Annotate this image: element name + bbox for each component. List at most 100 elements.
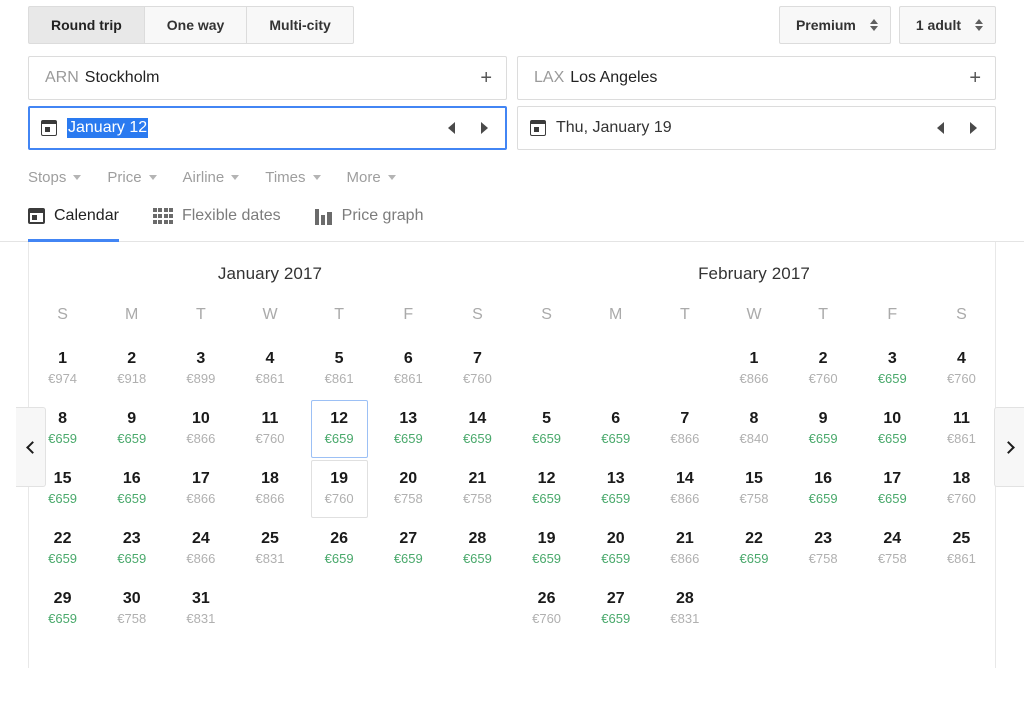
previous-months-button[interactable] xyxy=(16,407,46,487)
day-cell[interactable]: 9 €659 xyxy=(103,400,160,458)
day-cell[interactable]: 26 €760 xyxy=(518,580,575,638)
day-cell[interactable]: 17 €659 xyxy=(864,460,921,518)
return-prev-day-icon[interactable] xyxy=(937,122,944,134)
day-cell[interactable]: 6 €861 xyxy=(380,340,437,398)
day-number: 4 xyxy=(265,350,275,368)
filter-stops[interactable]: Stops xyxy=(28,169,82,186)
filter-price[interactable]: Price xyxy=(107,169,157,186)
day-cell[interactable]: 9 €659 xyxy=(795,400,852,458)
day-cell[interactable]: 2 €760 xyxy=(795,340,852,398)
day-number: 12 xyxy=(537,470,556,488)
day-cell[interactable]: 30 €758 xyxy=(103,580,160,638)
day-cell[interactable]: 3 €899 xyxy=(172,340,229,398)
day-cell[interactable]: 2 €918 xyxy=(103,340,160,398)
day-cell[interactable]: 22 €659 xyxy=(34,520,91,578)
day-cell[interactable]: 4 €760 xyxy=(933,340,990,398)
week-row: 5 €659 6 €659 7 €866 8 €840 9 €659 10 €659 11 €861 xyxy=(512,400,996,458)
day-cell[interactable]: 7 €866 xyxy=(656,400,713,458)
day-cell[interactable]: 10 €866 xyxy=(172,400,229,458)
day-cell[interactable]: 25 €831 xyxy=(241,520,298,578)
day-cell[interactable]: 29 €659 xyxy=(34,580,91,638)
day-price: €866 xyxy=(186,431,216,447)
day-cell[interactable]: 16 €659 xyxy=(103,460,160,518)
day-number: 7 xyxy=(680,410,690,428)
day-cell[interactable]: 14 €659 xyxy=(449,400,506,458)
day-cell[interactable]: 24 €866 xyxy=(172,520,229,578)
day-cell[interactable]: 13 €659 xyxy=(380,400,437,458)
day-cell[interactable]: 12 €659 xyxy=(518,460,575,518)
trip-type-multi-city[interactable]: Multi-city xyxy=(246,6,354,44)
departure-next-day-icon[interactable] xyxy=(481,122,488,134)
day-cell[interactable]: 13 €659 xyxy=(587,460,644,518)
day-cell[interactable]: 19 €659 xyxy=(518,520,575,578)
return-next-day-icon[interactable] xyxy=(970,122,977,134)
day-price: €758 xyxy=(462,491,492,507)
day-cell[interactable]: 10 €659 xyxy=(864,400,921,458)
destination-field[interactable]: LAX Los Angeles + xyxy=(517,56,996,100)
day-cell[interactable]: 26 €659 xyxy=(311,520,368,578)
day-cell[interactable]: 18 €760 xyxy=(933,460,990,518)
day-cell[interactable]: 20 €758 xyxy=(380,460,437,518)
day-cell[interactable]: 5 €659 xyxy=(518,400,575,458)
day-cell[interactable]: 15 €758 xyxy=(725,460,782,518)
week-row: 19 €659 20 €659 21 €866 22 €659 23 €758 24 €758 25 €8… xyxy=(512,520,996,578)
day-cell[interactable]: 23 €758 xyxy=(795,520,852,578)
day-cell[interactable]: 12 €659 xyxy=(310,400,368,458)
day-cell[interactable]: 14 €866 xyxy=(656,460,713,518)
bar-chart-icon xyxy=(314,208,333,225)
day-number: 14 xyxy=(675,470,694,488)
day-cell[interactable]: 7 €760 xyxy=(449,340,506,398)
day-cell[interactable]: 16 €659 xyxy=(795,460,852,518)
day-cell[interactable]: 17 €866 xyxy=(172,460,229,518)
day-cell[interactable]: 11 €861 xyxy=(933,400,990,458)
day-cell[interactable]: 25 €861 xyxy=(933,520,990,578)
day-cell[interactable]: 27 €659 xyxy=(380,520,437,578)
tab-flexible-dates[interactable]: Flexible dates xyxy=(152,200,281,241)
day-cell[interactable]: 5 €861 xyxy=(311,340,368,398)
add-origin-icon[interactable]: + xyxy=(480,68,492,88)
day-cell[interactable]: 19 €760 xyxy=(310,460,368,518)
next-months-button[interactable] xyxy=(994,407,1024,487)
return-date-steppers xyxy=(937,122,983,134)
add-destination-icon[interactable]: + xyxy=(969,68,981,88)
day-cell[interactable]: 1 €974 xyxy=(34,340,91,398)
tab-calendar[interactable]: Calendar xyxy=(28,200,119,242)
day-number: 2 xyxy=(818,350,828,368)
day-cell[interactable]: 11 €760 xyxy=(241,400,298,458)
day-cell[interactable]: 23 €659 xyxy=(103,520,160,578)
passengers-select[interactable]: 1 adult xyxy=(898,6,996,44)
departure-date-field[interactable]: January 12 xyxy=(28,106,507,150)
date-fields-row: January 12 Thu, January 19 xyxy=(0,106,1024,150)
day-number: 14 xyxy=(468,410,487,428)
tab-price-graph[interactable]: Price graph xyxy=(314,200,423,241)
trip-type-round-trip[interactable]: Round trip xyxy=(28,6,144,44)
day-number: 18 xyxy=(952,470,971,488)
day-cell[interactable]: 18 €866 xyxy=(241,460,298,518)
day-cell[interactable]: 3 €659 xyxy=(864,340,921,398)
cabin-class-select[interactable]: Premium xyxy=(778,6,891,44)
day-number: 26 xyxy=(537,590,556,608)
day-cell[interactable]: 1 €866 xyxy=(725,340,782,398)
day-cell[interactable]: 22 €659 xyxy=(725,520,782,578)
day-number: 1 xyxy=(749,350,759,368)
trip-type-one-way[interactable]: One way xyxy=(143,6,247,44)
day-cell[interactable]: 20 €659 xyxy=(587,520,644,578)
day-cell[interactable]: 24 €758 xyxy=(864,520,921,578)
day-cell[interactable]: 31 €831 xyxy=(172,580,229,638)
origin-field[interactable]: ARN Stockholm + xyxy=(28,56,507,100)
departure-prev-day-icon[interactable] xyxy=(448,122,455,134)
day-cell[interactable]: 27 €659 xyxy=(587,580,644,638)
day-number: 8 xyxy=(749,410,759,428)
day-cell[interactable]: 21 €758 xyxy=(449,460,506,518)
day-cell[interactable]: 28 €659 xyxy=(449,520,506,578)
day-cell[interactable]: 8 €840 xyxy=(725,400,782,458)
day-cell[interactable]: 28 €831 xyxy=(656,580,713,638)
filter-airline[interactable]: Airline xyxy=(183,169,240,186)
day-cell[interactable]: 4 €861 xyxy=(241,340,298,398)
day-cell[interactable]: 21 €866 xyxy=(656,520,713,578)
day-price: €659 xyxy=(48,551,78,567)
filter-more[interactable]: More xyxy=(347,169,396,186)
day-cell[interactable]: 6 €659 xyxy=(587,400,644,458)
return-date-field[interactable]: Thu, January 19 xyxy=(517,106,996,150)
filter-times[interactable]: Times xyxy=(265,169,321,186)
